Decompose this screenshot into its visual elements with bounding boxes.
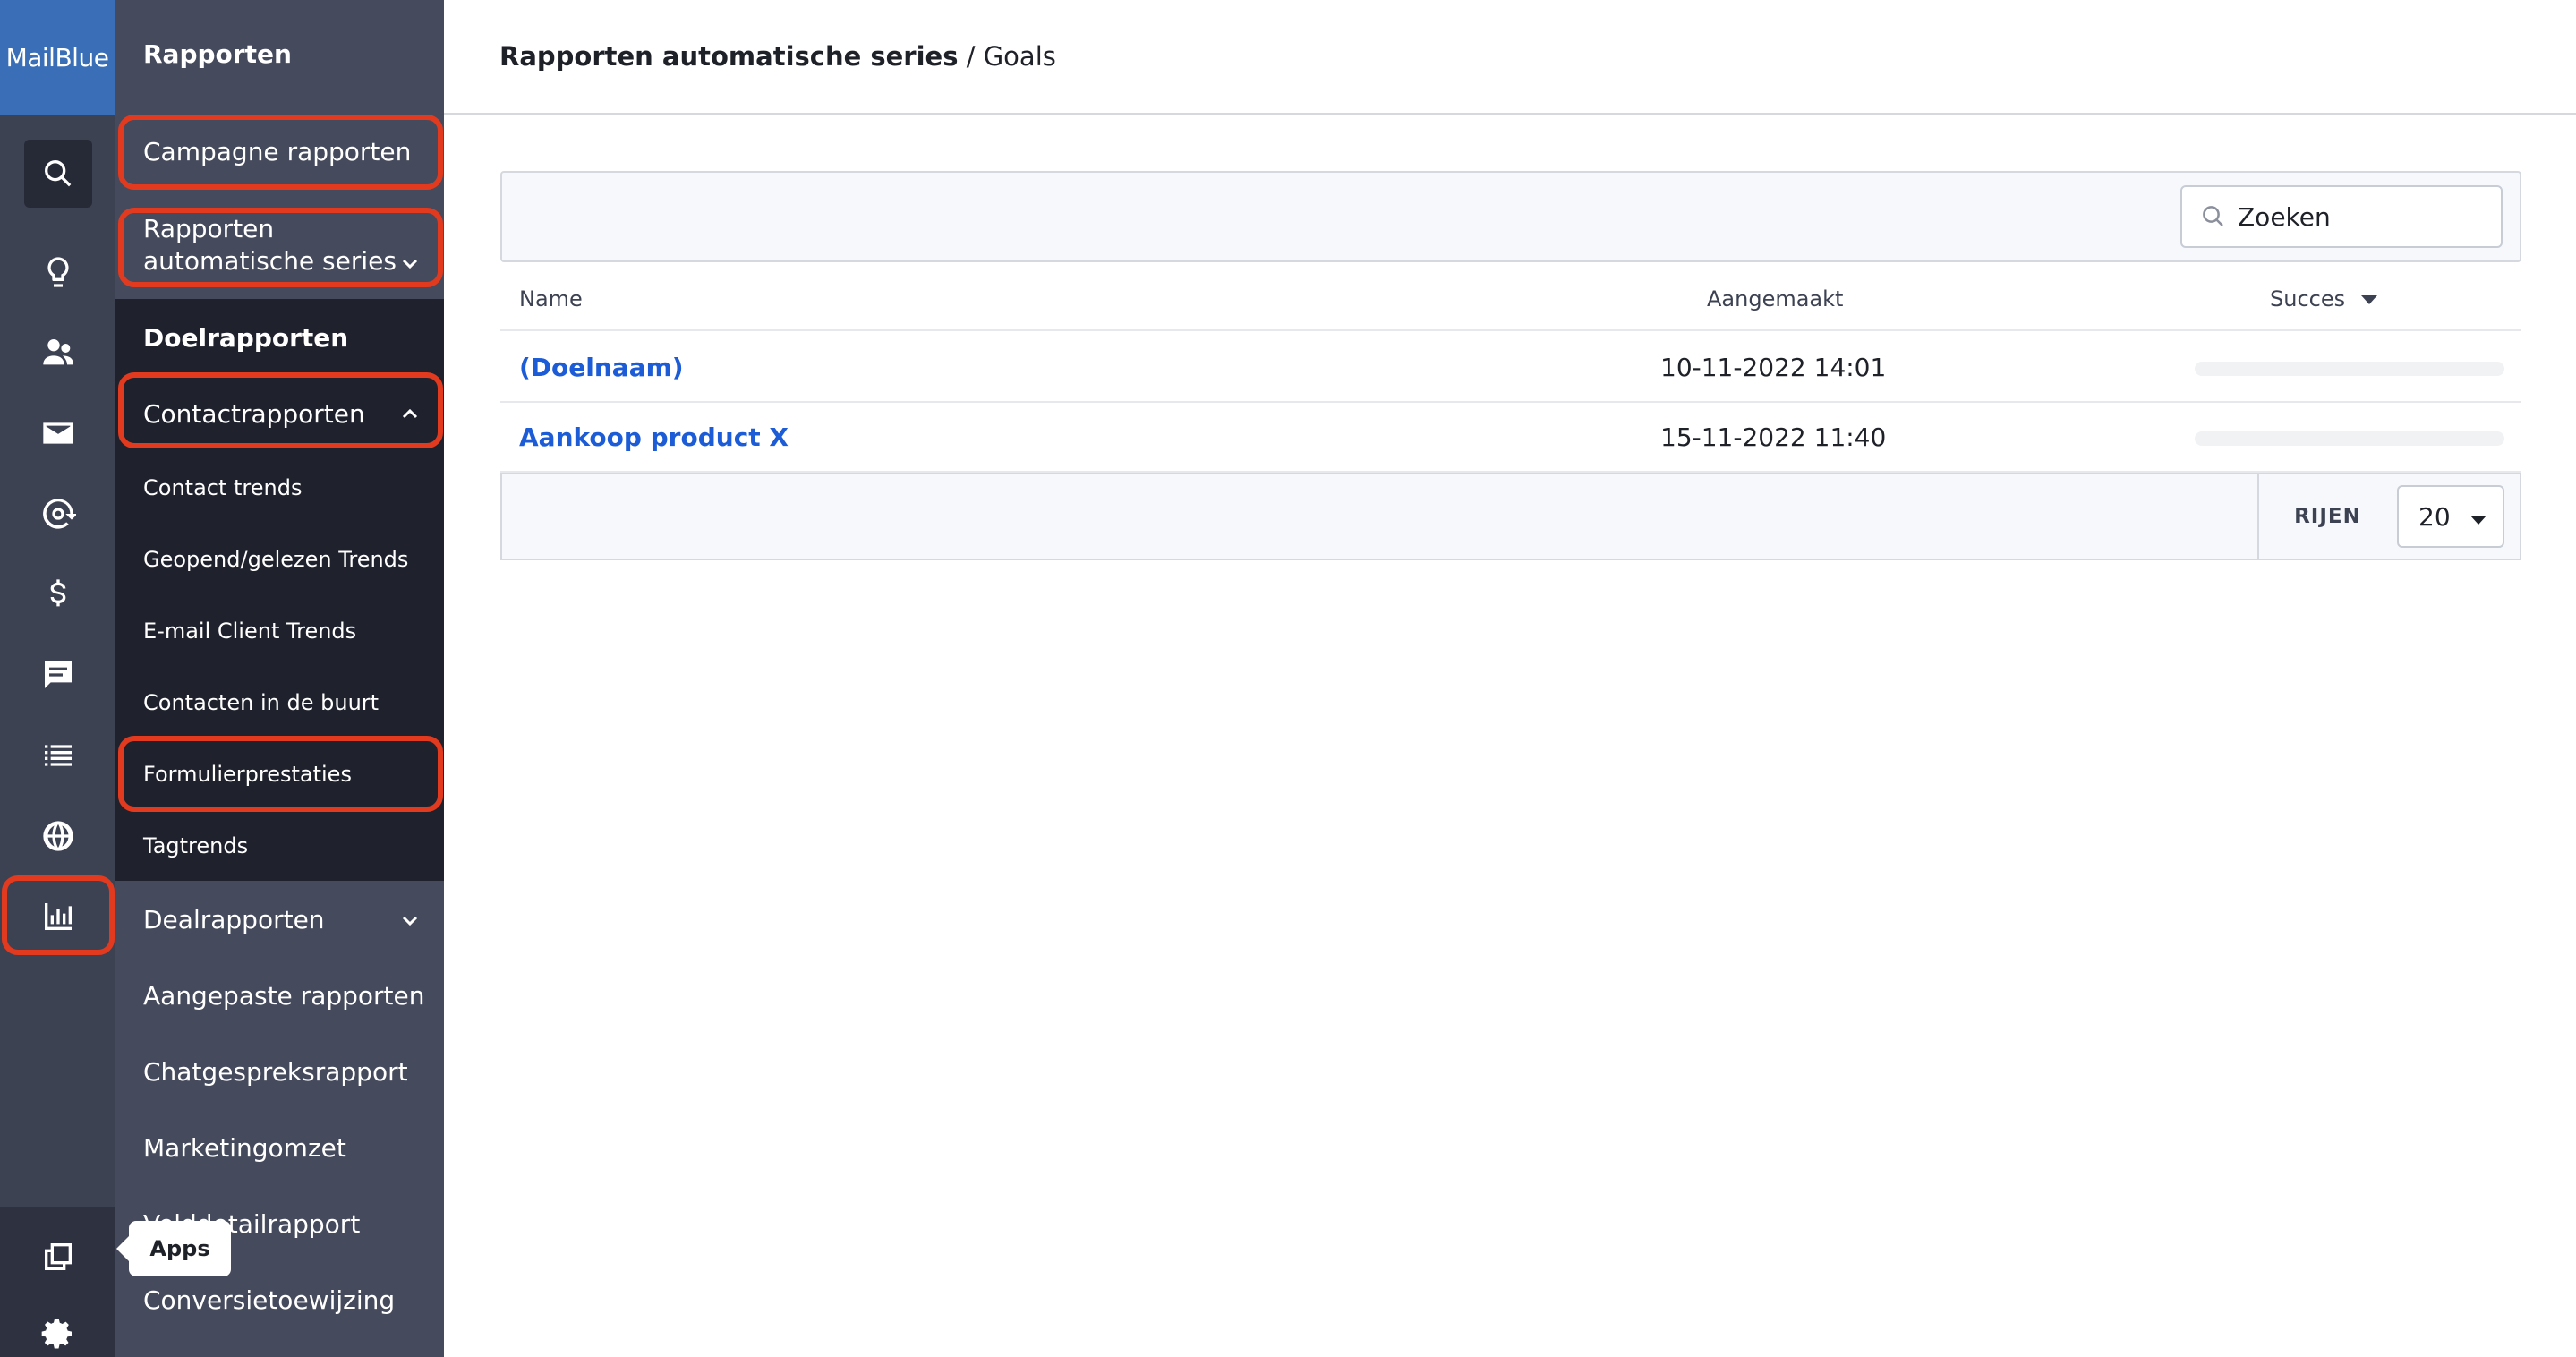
chevron-down-icon — [402, 916, 418, 926]
sidebar-item-contact-label: Contactrapporten — [143, 399, 365, 429]
submenu-item-email-client-trends[interactable]: E-mail Client Trends — [143, 619, 356, 644]
search-placeholder: Zoeken — [2238, 201, 2331, 232]
chevron-up-icon — [402, 408, 418, 419]
gear-icon[interactable] — [24, 1300, 92, 1357]
breadcrumb-parent[interactable]: Rapporten automatische series — [499, 41, 958, 72]
brand-logo[interactable]: MailBlue — [0, 0, 115, 115]
toolbar-panel: Zoeken — [500, 171, 2521, 262]
sidebar-item-campaign-reports[interactable]: Campagne rapporten — [143, 136, 411, 168]
row-name-link[interactable]: (Doelnaam) — [519, 353, 684, 382]
sidebar-item-conversion[interactable]: Conversietoewijzing — [143, 1284, 395, 1317]
lightbulb-icon[interactable] — [24, 238, 92, 306]
sidebar-item-contact-reports[interactable]: Contactrapporten — [143, 398, 421, 431]
submenu-item-opened-trends[interactable]: Geopend/gelezen Trends — [143, 547, 408, 572]
bar-chart-icon[interactable] — [24, 883, 92, 951]
dollar-icon[interactable] — [24, 560, 92, 628]
submenu-item-form-performance[interactable]: Formulierprestaties — [143, 762, 352, 787]
sidebar-item-chat-report[interactable]: Chatgespreksrapport — [143, 1056, 408, 1088]
globe-icon[interactable] — [24, 802, 92, 870]
search-icon — [2203, 206, 2223, 226]
submenu-item-contact-trends[interactable]: Contact trends — [143, 475, 302, 500]
row-name-link[interactable]: Aankoop product X — [519, 422, 789, 452]
table-footer: RIJEN 20 — [500, 473, 2521, 560]
app-root: MailBlue Rapporten Campagne rapporten Ra… — [0, 0, 2576, 1357]
success-bar — [2195, 431, 2504, 446]
envelope-icon[interactable] — [24, 399, 92, 467]
table-header: Name Aangemaakt Succes — [500, 269, 2521, 331]
apps-tooltip: Apps — [116, 1221, 231, 1276]
rows-per-page-value: 20 — [2418, 501, 2451, 532]
icon-rail: MailBlue — [0, 0, 115, 1357]
breadcrumb-sep: / — [958, 41, 984, 72]
sidebar-heading: Rapporten — [143, 39, 292, 69]
breadcrumb: Rapporten automatische series / Goals — [499, 41, 1056, 72]
search-input[interactable]: Zoeken — [2180, 185, 2503, 248]
submenu-item-tag-trends[interactable]: Tagtrends — [143, 833, 248, 858]
rows-label: RIJEN — [2257, 474, 2396, 559]
column-success[interactable]: Succes — [2270, 286, 2377, 312]
sort-desc-icon — [2360, 295, 2377, 304]
search-icon[interactable] — [24, 140, 92, 208]
table-row: (Doelnaam) 10-11-2022 14:01 — [500, 333, 2521, 403]
rail-bottom — [0, 1207, 115, 1357]
table-row: Aankoop product X 15-11-2022 11:40 — [500, 403, 2521, 473]
submenu-item-nearby-contacts[interactable]: Contacten in de buurt — [143, 690, 379, 715]
caret-down-icon — [2470, 516, 2486, 525]
rows-per-page-select[interactable]: 20 — [2397, 485, 2504, 548]
list-icon[interactable] — [24, 721, 92, 789]
sidebar-item-automation-label-2: automatische series — [143, 246, 397, 276]
sidebar-item-deal-label: Dealrapporten — [143, 905, 325, 935]
row-created: 15-11-2022 11:40 — [1660, 422, 1887, 452]
breadcrumb-current: Goals — [983, 41, 1056, 72]
automation-icon[interactable] — [24, 480, 92, 548]
sidebar-item-marketing-revenue[interactable]: Marketingomzet — [143, 1132, 346, 1165]
column-success-label: Succes — [2270, 286, 2346, 312]
success-bar — [2195, 362, 2504, 376]
chevron-down-icon — [402, 259, 418, 269]
reports-submenu-bg — [115, 299, 444, 881]
page-header: Rapporten automatische series / Goals — [444, 0, 2576, 115]
sidebar-item-custom-reports[interactable]: Aangepaste rapporten — [143, 980, 425, 1012]
row-created: 10-11-2022 14:01 — [1660, 353, 1887, 382]
apps-icon[interactable] — [24, 1223, 92, 1291]
sidebar-item-automation-label-1: Rapporten — [143, 214, 275, 243]
chat-icon[interactable] — [24, 641, 92, 709]
column-created[interactable]: Aangemaakt — [1707, 286, 1843, 312]
sidebar-item-goal-reports[interactable]: Doelrapporten — [143, 322, 348, 354]
column-name[interactable]: Name — [519, 286, 583, 312]
sidebar-item-deal-reports[interactable]: Dealrapporten — [143, 904, 421, 936]
contacts-icon[interactable] — [24, 319, 92, 387]
sidebar-item-automation-reports[interactable]: Rapporten automatische series — [143, 213, 421, 277]
